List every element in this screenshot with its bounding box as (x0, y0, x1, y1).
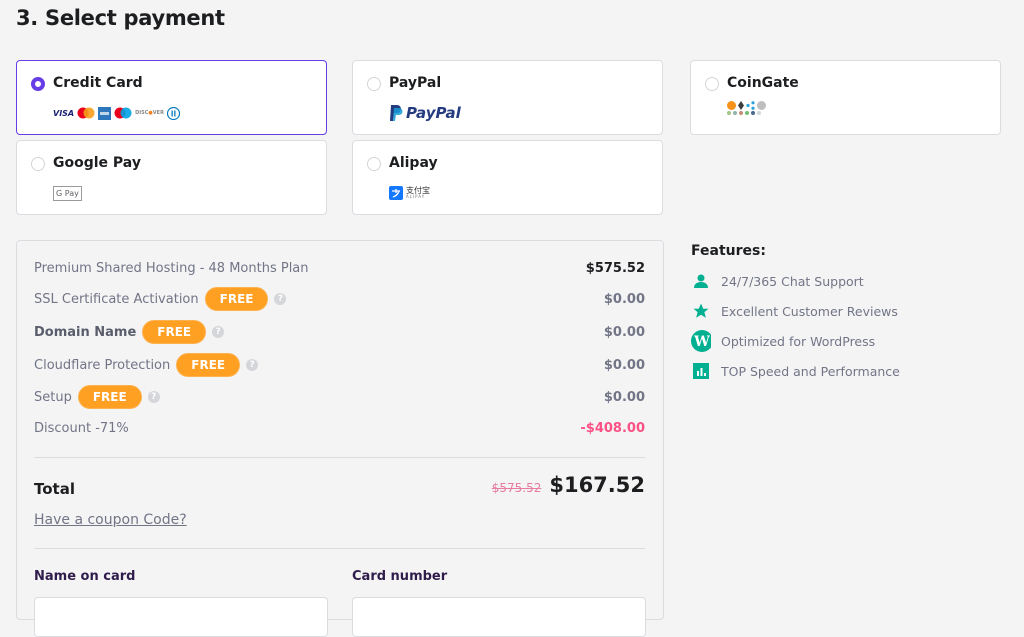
free-badge: FREE (77, 385, 142, 409)
summary-row-domain: Domain Name FREE ? $0.00 (34, 320, 645, 344)
payment-option-paypal[interactable]: PayPal PayPal (352, 60, 663, 135)
item-amount: $575.52 (585, 260, 645, 276)
free-badge: FREE (142, 320, 207, 344)
item-amount: $0.00 (603, 324, 645, 340)
discover-logo: DISC●VER (135, 110, 164, 116)
name-on-card-label: Name on card (34, 569, 136, 584)
order-summary: Premium Shared Hosting - 48 Months Plan … (16, 240, 664, 637)
payment-label: Credit Card (53, 75, 143, 91)
help-icon[interactable]: ? (274, 293, 287, 305)
item-label: Cloudflare Protection (34, 357, 171, 373)
features-title: Features: (691, 243, 766, 259)
payment-label: PayPal (389, 75, 442, 91)
divider (34, 548, 645, 549)
help-icon[interactable]: ? (246, 359, 259, 371)
alipay-icon (389, 186, 403, 200)
maestro-logo (114, 107, 132, 119)
google-pay-logo: G Pay (53, 183, 82, 203)
page-title: 3. Select payment (16, 6, 225, 30)
ripple-icon (746, 101, 755, 110)
item-label: Premium Shared Hosting - 48 Months Plan (34, 260, 309, 276)
summary-row-plan: Premium Shared Hosting - 48 Months Plan … (34, 256, 645, 280)
old-price: $575.52 (491, 481, 542, 495)
svg-text:W: W (693, 334, 710, 350)
card-number-label: Card number (352, 569, 448, 584)
bitcoin-icon (727, 101, 736, 110)
payment-label: Google Pay (53, 155, 141, 171)
item-amount: $0.00 (603, 291, 645, 307)
star-icon (691, 301, 711, 321)
coupon-link[interactable]: Have a coupon Code? (34, 512, 187, 528)
item-label: Discount -71% (34, 420, 129, 436)
visa-logo: VISA (53, 108, 75, 118)
wordpress-icon: W (691, 330, 711, 352)
feature-label: TOP Speed and Performance (721, 363, 900, 379)
total-label: Total (34, 480, 75, 498)
ethereum-icon (738, 101, 744, 110)
alipay-logo: 支付宝 ALIPAY (389, 183, 430, 203)
payment-label: CoinGate (727, 75, 799, 91)
help-icon[interactable]: ? (147, 391, 160, 403)
feature-item: TOP Speed and Performance (691, 361, 900, 381)
payment-option-credit-card[interactable]: Credit Card VISA DISC●VER (16, 60, 327, 135)
payment-option-coingate[interactable]: CoinGate (690, 60, 1001, 135)
feature-item: 24/7/365 Chat Support (691, 271, 864, 291)
divider (34, 457, 645, 458)
item-label: Domain Name (34, 324, 137, 340)
free-badge: FREE (204, 287, 269, 311)
payment-label: Alipay (389, 155, 438, 171)
summary-row-discount: Discount -71% -$408.00 (34, 416, 645, 440)
summary-row-cloudflare: Cloudflare Protection FREE ? $0.00 (34, 353, 645, 377)
feature-label: Excellent Customer Reviews (721, 303, 898, 319)
card-brand-logos: VISA DISC●VER (53, 103, 180, 123)
crypto-logos (727, 101, 766, 121)
summary-row-ssl: SSL Certificate Activation FREE ? $0.00 (34, 287, 645, 311)
radio-coingate[interactable] (705, 77, 719, 91)
feature-label: 24/7/365 Chat Support (721, 273, 864, 289)
litecoin-icon (757, 101, 766, 110)
radio-google-pay[interactable] (31, 157, 45, 171)
diners-logo (166, 106, 180, 120)
total-price: $575.52 $167.52 (492, 473, 645, 497)
more-crypto-dots (727, 111, 761, 115)
paypal-logo: PayPal (389, 103, 461, 123)
payment-option-google-pay[interactable]: Google Pay G Pay (16, 140, 327, 215)
payment-option-alipay[interactable]: Alipay 支付宝 ALIPAY (352, 140, 663, 215)
radio-alipay[interactable] (367, 157, 381, 171)
feature-item: Excellent Customer Reviews (691, 301, 898, 321)
new-price: $167.52 (549, 473, 645, 497)
item-label: Setup (34, 389, 72, 405)
radio-credit-card[interactable] (31, 77, 45, 91)
item-amount: -$408.00 (580, 420, 645, 436)
chart-icon (691, 361, 711, 381)
help-icon[interactable]: ? (212, 326, 225, 338)
mastercard-logo (77, 107, 95, 119)
card-number-input[interactable] (352, 597, 646, 637)
user-icon (691, 271, 711, 291)
item-amount: $0.00 (603, 389, 645, 405)
item-amount: $0.00 (603, 357, 645, 373)
amex-logo (98, 106, 112, 120)
free-badge: FREE (176, 353, 241, 377)
summary-row-setup: Setup FREE ? $0.00 (34, 385, 645, 409)
name-on-card-input[interactable] (34, 597, 328, 637)
radio-paypal[interactable] (367, 77, 381, 91)
feature-label: Optimized for WordPress (721, 333, 876, 349)
paypal-p-icon (390, 105, 403, 121)
item-label: SSL Certificate Activation (34, 291, 199, 307)
feature-item: W Optimized for WordPress (691, 330, 876, 352)
